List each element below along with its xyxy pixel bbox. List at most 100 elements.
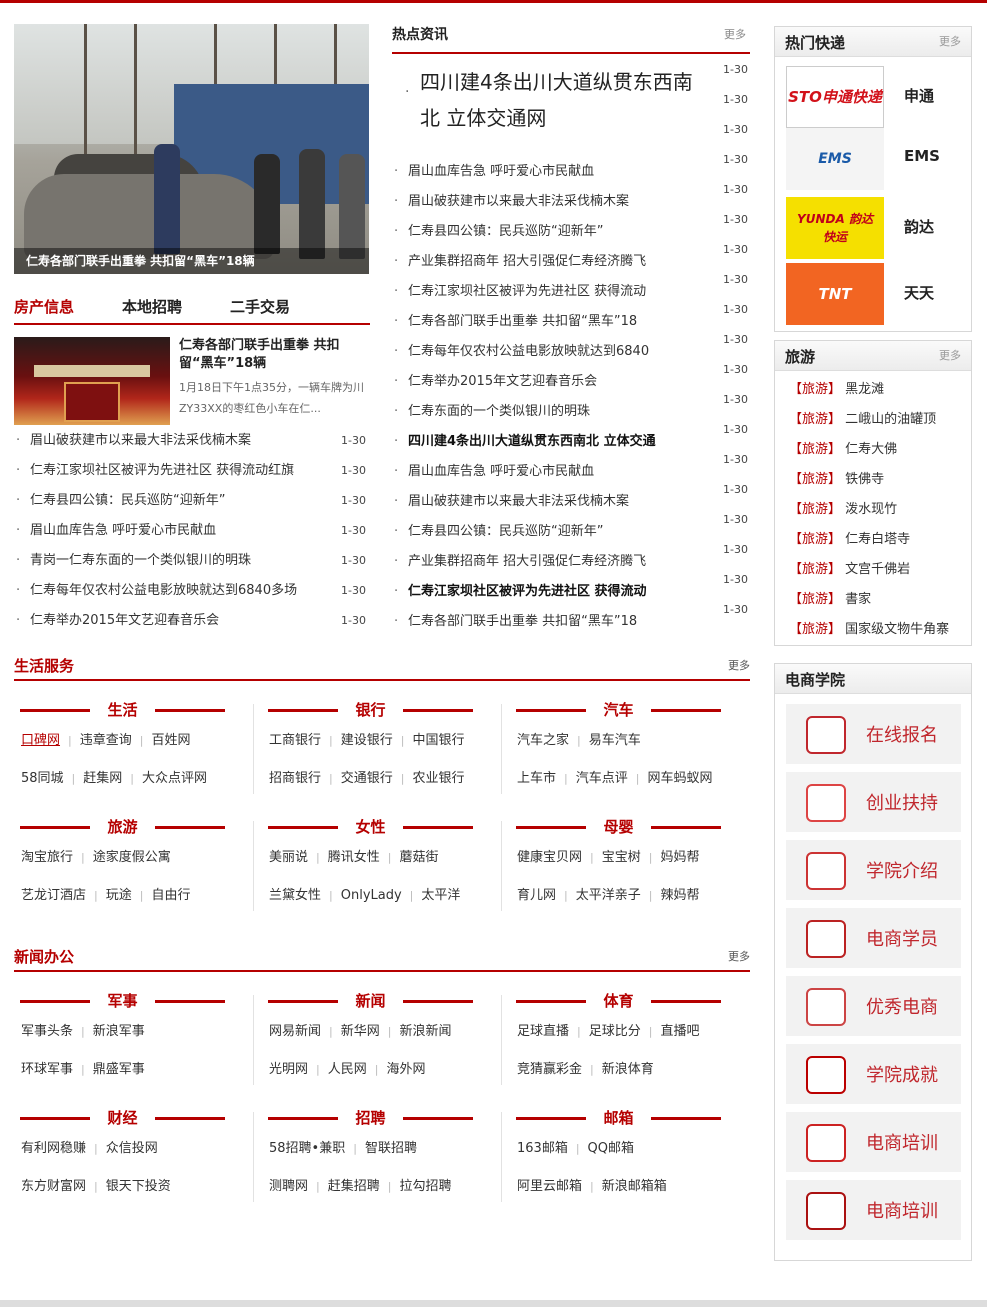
service-link[interactable]: 腾讯女性 xyxy=(328,850,380,865)
service-link[interactable]: 蘑菇街 xyxy=(399,850,438,865)
service-link[interactable]: 新浪邮箱箱 xyxy=(602,1179,667,1194)
service-link[interactable]: 环球军事 xyxy=(21,1062,73,1077)
service-link[interactable]: 易车汽车 xyxy=(589,733,641,748)
feature-article[interactable]: 仁寿各部门联手出重拳 共扣留“黑车”18辆 1月18日下午1点35分，一辆车牌为… xyxy=(14,337,370,427)
service-link[interactable]: 兰黛女性 xyxy=(269,888,321,903)
service-link[interactable]: 直播吧 xyxy=(660,1024,699,1039)
service-link[interactable]: 网易新闻 xyxy=(269,1024,321,1039)
news-more[interactable]: 更多 xyxy=(728,948,750,964)
ecom-item[interactable]: 学院成就 xyxy=(786,1044,961,1104)
ecom-item-label[interactable]: 电商培训 xyxy=(866,1129,938,1155)
service-link[interactable]: 上车市 xyxy=(517,771,556,786)
list-item[interactable]: · 青岗一仁寿东面的一个类似银川的明珠 1-30 xyxy=(14,546,366,576)
service-link[interactable]: 智联招聘 xyxy=(365,1141,417,1156)
ecom-item-label[interactable]: 在线报名 xyxy=(866,721,938,747)
express-item-ems[interactable]: EMS EMS xyxy=(786,128,966,190)
list-item-title[interactable]: 仁寿江家坝社区被评为先进社区 获得流动 xyxy=(408,577,647,607)
list-item-title[interactable]: 眉山血库告急 呼吁爱心市民献血 xyxy=(408,457,594,487)
service-link[interactable]: 玩途 xyxy=(106,888,132,903)
list-item[interactable]: · 仁寿县四公镇：民兵巡防“迎新年” 1-30 xyxy=(14,486,366,516)
travel-item-label[interactable]: 黑龙滩 xyxy=(841,382,884,397)
featured-photo[interactable]: 仁寿各部门联手出重拳 共扣留“黑车”18辆 xyxy=(14,24,369,274)
travel-item[interactable]: 【旅游】 国家级文物牛角寨 xyxy=(775,615,971,645)
service-link[interactable]: 网车蚂蚁网 xyxy=(647,771,712,786)
ecom-item-label[interactable]: 学院介绍 xyxy=(866,857,938,883)
list-item[interactable]: · 仁寿举办2015年文艺迎春音乐会 1-30 xyxy=(14,606,366,636)
service-link[interactable]: 美丽说 xyxy=(269,850,308,865)
list-item[interactable]: · 仁寿县四公镇：民兵巡防“迎新年” xyxy=(392,517,692,547)
service-link[interactable]: 东方财富网 xyxy=(21,1179,86,1194)
list-item[interactable]: · 仁寿东面的一个类似银川的明珠 xyxy=(392,397,692,427)
service-link[interactable]: 58招聘•兼职 xyxy=(269,1141,345,1156)
service-link[interactable]: 军事头条 xyxy=(21,1024,73,1039)
list-item-title[interactable]: 眉山破获建市以来最大非法采伐楠木案 xyxy=(30,426,251,456)
travel-item[interactable]: 【旅游】 泼水现竹 xyxy=(775,495,971,525)
service-link[interactable]: 拉勾招聘 xyxy=(399,1179,451,1194)
list-item-title[interactable]: 眉山破获建市以来最大非法采伐楠木案 xyxy=(408,187,629,217)
service-link[interactable]: 妈妈帮 xyxy=(660,850,699,865)
express-item-yunda[interactable]: YUNDA 韵达快运 韵达 xyxy=(786,197,966,259)
list-item[interactable]: · 眉山血库告急 呼吁爱心市民献血 xyxy=(392,457,692,487)
travel-more[interactable]: 更多 xyxy=(939,347,961,363)
service-link[interactable]: 163邮箱 xyxy=(517,1141,568,1156)
list-item-title[interactable]: 仁寿举办2015年文艺迎春音乐会 xyxy=(30,606,219,636)
list-item[interactable]: · 眉山血库告急 呼吁爱心市民献血 1-30 xyxy=(14,516,366,546)
feature-thumbnail[interactable] xyxy=(14,337,170,425)
service-link[interactable]: 58同城 xyxy=(21,771,64,786)
list-item[interactable]: · 仁寿江家坝社区被评为先进社区 获得流动红旗 1-30 xyxy=(14,456,366,486)
list-item[interactable]: · 眉山破获建市以来最大非法采伐楠木案 xyxy=(392,187,692,217)
list-item-title[interactable]: 仁寿各部门联手出重拳 共扣留“黑车”18 xyxy=(408,607,637,637)
list-item-title[interactable]: 眉山血库告急 呼吁爱心市民献血 xyxy=(30,516,216,546)
service-link[interactable]: 途家度假公寓 xyxy=(93,850,171,865)
list-item-title[interactable]: 仁寿每年仅农村公益电影放映就达到6840多场 xyxy=(30,576,297,606)
list-item-title[interactable]: 仁寿县四公镇：民兵巡防“迎新年” xyxy=(408,217,603,247)
ecom-item[interactable]: 学院介绍 xyxy=(786,840,961,900)
travel-item[interactable]: 【旅游】 文宫千佛岩 xyxy=(775,555,971,585)
service-link[interactable]: 农业银行 xyxy=(412,771,464,786)
service-link[interactable]: 太平洋 xyxy=(421,888,460,903)
list-item[interactable]: · 仁寿举办2015年文艺迎春音乐会 xyxy=(392,367,692,397)
list-item[interactable]: · 仁寿各部门联手出重拳 共扣留“黑车”18 xyxy=(392,607,692,637)
list-item-title[interactable]: 仁寿东面的一个类似银川的明珠 xyxy=(408,397,590,427)
travel-item-label[interactable]: 文宫千佛岩 xyxy=(841,562,910,577)
ecom-item-label[interactable]: 电商培训 xyxy=(866,1197,938,1223)
service-link[interactable]: 育儿网 xyxy=(517,888,556,903)
ecom-item-label[interactable]: 创业扶持 xyxy=(866,789,938,815)
list-item[interactable]: · 眉山破获建市以来最大非法采伐楠木案 1-30 xyxy=(14,426,366,456)
service-link[interactable]: 自由行 xyxy=(151,888,190,903)
travel-item[interactable]: 【旅游】 铁佛寺 xyxy=(775,465,971,495)
list-item-title[interactable]: 仁寿县四公镇：民兵巡防“迎新年” xyxy=(408,517,603,547)
list-item-title[interactable]: 四川建4条出川大道纵贯东西南北 立体交通 xyxy=(408,427,656,457)
ecom-item[interactable]: 电商培训 xyxy=(786,1112,961,1172)
tab-real-estate[interactable]: 房产信息 xyxy=(14,296,74,317)
list-item-title[interactable]: 青岗一仁寿东面的一个类似银川的明珠 xyxy=(30,546,251,576)
service-link[interactable]: 有利网稳赚 xyxy=(21,1141,86,1156)
list-item[interactable]: · 眉山破获建市以来最大非法采伐楠木案 xyxy=(392,487,692,517)
service-link[interactable]: 太平洋亲子 xyxy=(576,888,641,903)
ecom-item-label[interactable]: 学院成就 xyxy=(866,1061,938,1087)
ecom-item[interactable]: 优秀电商 xyxy=(786,976,961,1036)
travel-item-label[interactable]: 二峨山的油罐顶 xyxy=(841,412,936,427)
list-item[interactable]: · 仁寿县四公镇：民兵巡防“迎新年” xyxy=(392,217,692,247)
service-link[interactable]: 健康宝贝网 xyxy=(517,850,582,865)
travel-item-label[interactable]: 仁寿大佛 xyxy=(841,442,897,457)
service-link[interactable]: OnlyLady xyxy=(341,888,402,903)
list-item-title[interactable]: 眉山破获建市以来最大非法采伐楠木案 xyxy=(408,487,629,517)
service-link[interactable]: 足球比分 xyxy=(589,1024,641,1039)
list-item-title[interactable]: 仁寿举办2015年文艺迎春音乐会 xyxy=(408,367,597,397)
service-link[interactable]: 海外网 xyxy=(386,1062,425,1077)
travel-item-label[interactable]: 国家级文物牛角寨 xyxy=(841,622,949,637)
service-link[interactable]: 违章查询 xyxy=(80,733,132,748)
ecom-item[interactable]: 电商培训 xyxy=(786,1180,961,1240)
travel-item[interactable]: 【旅游】 仁寿白塔寺 xyxy=(775,525,971,555)
travel-item[interactable]: 【旅游】 黑龙滩 xyxy=(775,375,971,405)
ecom-item[interactable]: 在线报名 xyxy=(786,704,961,764)
service-link[interactable]: 口碑网 xyxy=(21,733,60,748)
list-item[interactable]: · 仁寿各部门联手出重拳 共扣留“黑车”18 xyxy=(392,307,692,337)
list-item-title[interactable]: 眉山血库告急 呼吁爱心市民献血 xyxy=(408,157,594,187)
service-link[interactable]: 艺龙订酒店 xyxy=(21,888,86,903)
service-link[interactable]: 新浪体育 xyxy=(602,1062,654,1077)
hot-news-more[interactable]: 更多 xyxy=(724,26,746,42)
life-more[interactable]: 更多 xyxy=(728,657,750,673)
travel-item[interactable]: 【旅游】 仁寿大佛 xyxy=(775,435,971,465)
